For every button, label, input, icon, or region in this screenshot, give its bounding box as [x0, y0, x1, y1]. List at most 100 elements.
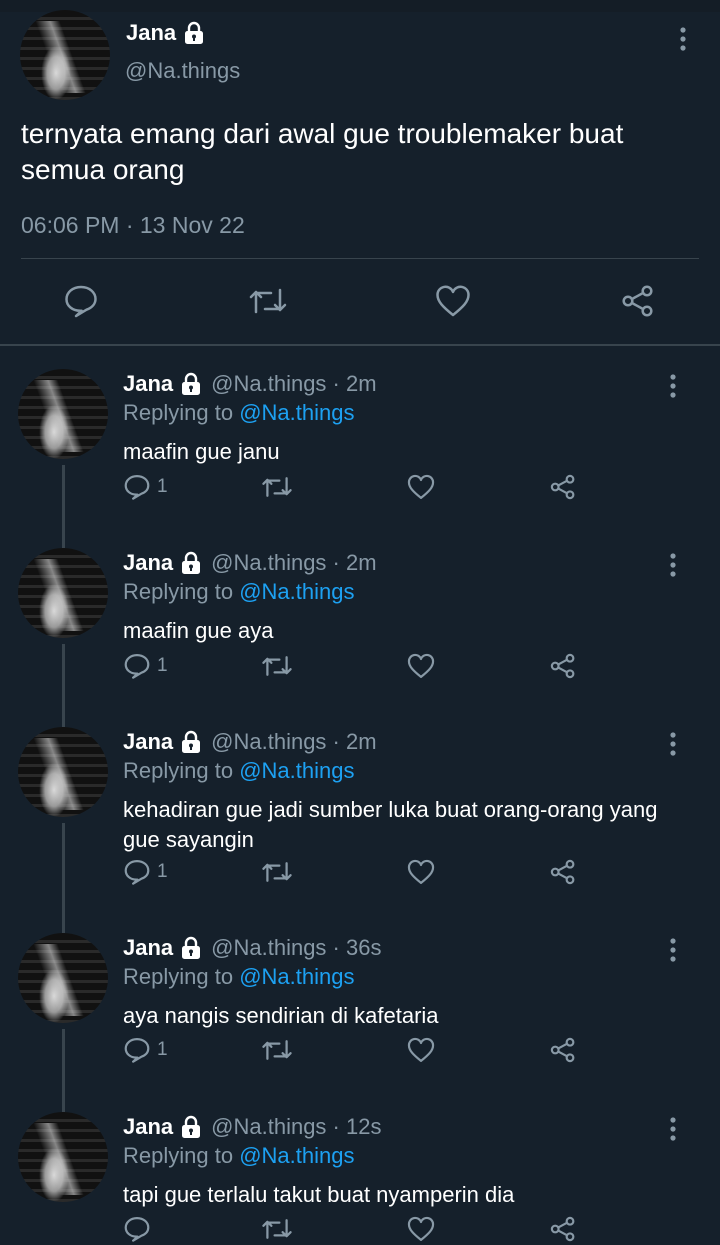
reply-header[interactable]: Jana @Na.things · 2m — [123, 371, 377, 397]
mention-link[interactable]: @Na.things — [239, 964, 354, 989]
reply-tweet[interactable]: Jana @Na.things · 2m Replying to @Na.thi… — [0, 369, 720, 548]
share-icon[interactable] — [549, 651, 577, 681]
reply-text: tapi gue terlalu takut buat nyamperin di… — [123, 1182, 515, 1207]
replying-prefix: Replying to — [123, 579, 240, 604]
mention-link[interactable]: @Na.things — [239, 758, 354, 783]
author-name[interactable]: Jana — [123, 371, 173, 397]
like-icon[interactable] — [407, 651, 435, 681]
share-icon[interactable] — [549, 472, 577, 502]
reply-header[interactable]: Jana @Na.things · 36s — [123, 935, 381, 961]
reply-text: kehadiran gue jadi sumber luka buat oran… — [123, 797, 658, 852]
retweet-icon[interactable] — [261, 1214, 293, 1244]
reply-icon[interactable] — [123, 1036, 151, 1064]
reply-button[interactable] — [123, 1214, 157, 1244]
share-icon[interactable] — [549, 1035, 577, 1065]
handle-time[interactable]: @Na.things · 2m — [211, 729, 376, 755]
handle-time[interactable]: @Na.things · 36s — [211, 935, 381, 961]
avatar[interactable] — [18, 1112, 108, 1202]
action-bar: 1 — [123, 472, 603, 502]
reply-button[interactable]: 1 — [123, 857, 168, 887]
handle-time[interactable]: @Na.things · 2m — [211, 371, 376, 397]
reply-icon[interactable] — [123, 473, 151, 501]
replying-to: Replying to @Na.things — [123, 579, 354, 605]
share-icon[interactable] — [549, 1214, 577, 1244]
like-icon[interactable] — [407, 857, 435, 887]
mention-link[interactable]: @Na.things — [239, 579, 354, 604]
thread-line — [62, 644, 65, 727]
more-options-icon[interactable] — [662, 731, 684, 757]
reply-text: aya nangis sendirian di kafetaria — [123, 1003, 439, 1028]
handle-time[interactable]: @Na.things · 12s — [211, 1114, 381, 1140]
retweet-icon[interactable] — [261, 472, 293, 502]
author-name[interactable]: Jana — [123, 935, 173, 961]
retweet-icon[interactable] — [261, 857, 293, 887]
reply-header[interactable]: Jana @Na.things · 12s — [123, 1114, 381, 1140]
mention-link[interactable]: @Na.things — [239, 1143, 354, 1168]
more-options-icon[interactable] — [672, 26, 694, 52]
reply-tweet[interactable]: Jana @Na.things · 12s Replying to @Na.th… — [0, 1112, 720, 1245]
reply-count: 1 — [157, 1039, 168, 1060]
reply-button[interactable]: 1 — [123, 651, 168, 681]
reply-count: 1 — [157, 861, 168, 882]
reply-icon[interactable] — [123, 652, 151, 680]
avatar[interactable] — [18, 369, 108, 459]
replying-prefix: Replying to — [123, 400, 240, 425]
like-icon[interactable] — [407, 1214, 435, 1244]
thread-line — [62, 1029, 65, 1112]
more-options-icon[interactable] — [662, 552, 684, 578]
retweet-icon[interactable] — [261, 651, 293, 681]
like-icon[interactable] — [407, 472, 435, 502]
like-icon[interactable] — [435, 284, 471, 318]
reply-icon[interactable] — [123, 858, 151, 886]
avatar[interactable] — [18, 933, 108, 1023]
section-divider — [0, 344, 720, 346]
more-options-icon[interactable] — [662, 373, 684, 399]
handle-time[interactable]: @Na.things · 2m — [211, 550, 376, 576]
lock-icon — [179, 730, 203, 754]
author-handle[interactable]: @Na.things — [125, 58, 240, 84]
lock-icon — [179, 936, 203, 960]
more-options-icon[interactable] — [662, 937, 684, 963]
lock-icon — [179, 551, 203, 575]
reply-tweet[interactable]: Jana @Na.things · 2m Replying to @Na.thi… — [0, 548, 720, 727]
avatar[interactable] — [18, 727, 108, 817]
retweet-icon[interactable] — [248, 284, 287, 318]
avatar[interactable] — [20, 10, 110, 100]
replying-prefix: Replying to — [123, 1143, 240, 1168]
reply-header[interactable]: Jana @Na.things · 2m — [123, 729, 377, 755]
reply-count: 1 — [157, 476, 168, 497]
replying-to: Replying to @Na.things — [123, 964, 354, 990]
avatar[interactable] — [18, 548, 108, 638]
action-bar: 1 — [123, 651, 603, 681]
author-name[interactable]: Jana — [126, 20, 176, 46]
reply-icon[interactable] — [63, 284, 99, 318]
lock-icon — [182, 21, 206, 45]
share-icon[interactable] — [549, 857, 577, 887]
reply-button[interactable]: 1 — [123, 472, 168, 502]
reply-button[interactable]: 1 — [123, 1035, 168, 1065]
reply-count: 1 — [157, 655, 168, 676]
reply-icon[interactable] — [123, 1215, 151, 1243]
lock-icon — [179, 1115, 203, 1139]
tweet-text: ternyata emang dari awal gue troublemake… — [21, 118, 624, 185]
reply-header[interactable]: Jana @Na.things · 2m — [123, 550, 377, 576]
author-name[interactable]: Jana — [123, 550, 173, 576]
reply-tweet[interactable]: Jana @Na.things · 2m Replying to @Na.thi… — [0, 727, 720, 933]
reply-tweet[interactable]: Jana @Na.things · 36s Replying to @Na.th… — [0, 933, 720, 1112]
tweet-timestamp[interactable]: 06:06 PM · 13 Nov 22 — [21, 212, 245, 239]
reply-text: maafin gue aya — [123, 618, 274, 643]
replying-prefix: Replying to — [123, 964, 240, 989]
more-options-icon[interactable] — [662, 1116, 684, 1142]
author-name-row[interactable]: Jana — [126, 20, 206, 46]
replying-to: Replying to @Na.things — [123, 758, 354, 784]
retweet-icon[interactable] — [261, 1035, 293, 1065]
action-bar: 1 — [123, 857, 603, 887]
action-bar — [123, 1214, 603, 1244]
thread-line — [62, 465, 65, 548]
author-name[interactable]: Jana — [123, 729, 173, 755]
like-icon[interactable] — [407, 1035, 435, 1065]
share-icon[interactable] — [620, 284, 656, 318]
author-name[interactable]: Jana — [123, 1114, 173, 1140]
mention-link[interactable]: @Na.things — [239, 400, 354, 425]
replying-to: Replying to @Na.things — [123, 400, 354, 426]
